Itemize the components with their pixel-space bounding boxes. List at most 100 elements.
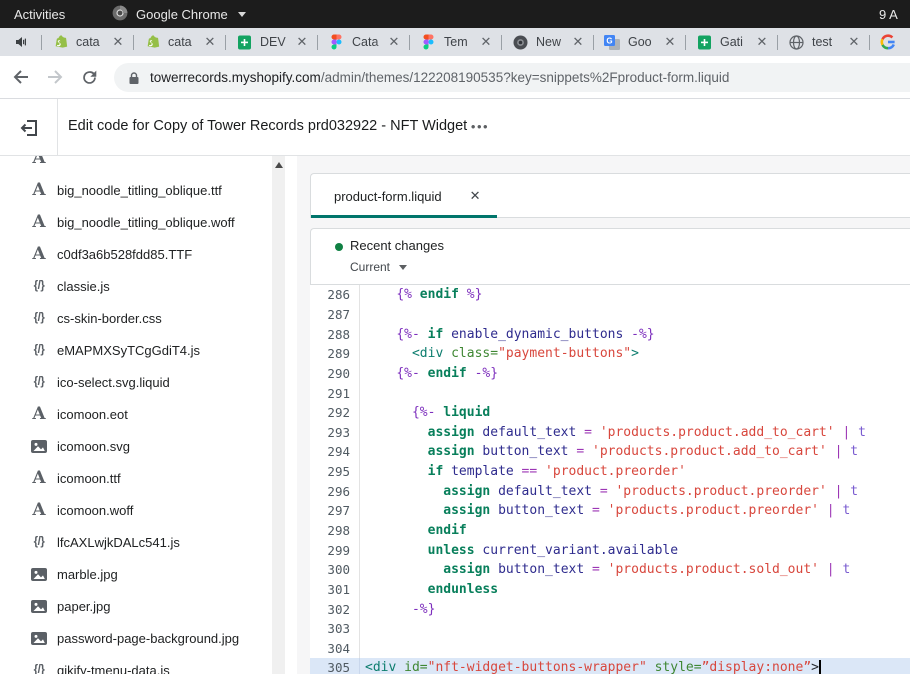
globe-icon [788,34,804,50]
file-item[interactable]: Ac0df3a6b528fdd85.TTF [0,238,283,270]
file-item[interactable]: icomoon.svg [0,430,283,462]
browser-tab-dev[interactable]: DEV✕ [226,28,317,56]
line-number: 287 [310,305,360,325]
url-text: towerrecords.myshopify.com/admin/themes/… [150,70,729,85]
chevron-down-icon [238,12,246,17]
browser-tab-cata[interactable]: cata✕ [42,28,133,56]
tab-close-icon[interactable]: ✕ [386,34,402,50]
file-name: big_noodle_titling_oblique.woff [57,215,235,230]
file-item[interactable]: password-page-background.jpg [0,622,283,654]
line-number: 297 [310,501,360,521]
code-line-296: 296 assign default_text = 'products.prod… [310,481,910,501]
file-item[interactable]: marble.jpg [0,558,283,590]
browser-tab-cata[interactable]: cata✕ [134,28,225,56]
tab-close-icon[interactable]: ✕ [570,34,586,50]
font-file-icon: A [30,404,48,424]
clock-label: 9 A [879,0,898,28]
file-item[interactable]: paper.jpg [0,590,283,622]
code-line-300: 300 assign button_text = 'products.produ… [310,560,910,580]
line-number: 302 [310,599,360,619]
file-item[interactable]: {/}qikify-tmenu-data.js [0,654,283,674]
tab-close-icon[interactable]: ✕ [202,34,218,50]
file-item[interactable]: {/}ico-select.svg.liquid [0,366,283,398]
file-item[interactable]: {/}classie.js [0,270,283,302]
scroll-up-arrow-icon[interactable] [275,162,283,168]
tab-title: cata [168,35,202,49]
tab-title: test [812,35,846,49]
darkdisc-icon [512,34,528,50]
line-number: 299 [310,540,360,560]
editor-tab-bar: product-form.liquid ✕ [310,173,910,218]
file-item[interactable]: Abig_noodle_titling_oblique.ttf [0,174,283,206]
code-file-icon: {/} [30,340,48,360]
browser-tab-partial[interactable] [870,28,910,56]
tab-close-icon[interactable]: ✕ [846,34,862,50]
code-text: {%- endif -%} [360,366,498,381]
url-path: /admin/themes/122208190535?key=snippets%… [321,70,730,85]
tab-title: New [536,35,570,49]
file-item[interactable]: Aicomoon.eot [0,398,283,430]
editor-tab-product-form[interactable]: product-form.liquid ✕ [311,174,497,218]
address-bar[interactable]: towerrecords.myshopify.com/admin/themes/… [114,63,910,92]
code-text: assign button_text = 'products.product.a… [360,444,858,459]
sidebar-scrollbar[interactable] [272,156,285,674]
line-number: 296 [310,481,360,501]
file-name: icomoon.woff [57,503,133,518]
code-editor-panel: product-form.liquid ✕ Recent changes Cur… [310,156,910,674]
browser-tab-tem[interactable]: Tem✕ [410,28,501,56]
browser-tab-gati[interactable]: Gati✕ [686,28,777,56]
code-area[interactable]: 286 {% endif %}287288 {%- if enable_dyna… [310,285,910,674]
browser-tab-test[interactable]: test✕ [778,28,869,56]
lock-icon[interactable] [128,71,140,85]
code-line-289: 289 <div class="payment-buttons"> [310,344,910,364]
line-number: 286 [310,285,360,305]
code-line-292: 292 {%- liquid [310,403,910,423]
chrome-logo-icon [112,5,128,24]
active-tab-underline [311,215,497,218]
more-actions-button[interactable]: ••• [466,112,494,140]
font-file-icon: A [30,244,48,264]
shopify-icon [52,34,68,50]
file-name: icomoon.eot [57,407,128,422]
content-area: AAbig_noodle_titling_oblique.ttfAbig_noo… [0,156,910,674]
activities-button[interactable]: Activities [0,0,79,28]
file-item[interactable]: Aicomoon.woff [0,494,283,526]
browser-tab-cata[interactable]: Cata✕ [318,28,409,56]
code-line-294: 294 assign button_text = 'products.produ… [310,442,910,462]
font-file-icon: A [30,468,48,488]
code-text: {%- liquid [360,405,490,420]
chrome-app-menu[interactable]: Google Chrome [112,0,246,28]
code-file-icon: {/} [30,308,48,328]
version-dropdown[interactable]: Current [350,260,407,274]
reload-button[interactable] [72,60,106,94]
tab-close-icon[interactable]: ✕ [662,34,678,50]
file-item[interactable]: {/}eMAPMXSyTCgGdiT4.js [0,334,283,366]
line-number: 295 [310,462,360,482]
tab-close-icon[interactable]: ✕ [754,34,770,50]
tab-title: DEV [260,35,294,49]
browser-tab-goo[interactable]: GGoo✕ [594,28,685,56]
file-name: paper.jpg [57,599,111,614]
sheets-icon [236,34,252,50]
browser-tab-new[interactable]: New✕ [502,28,593,56]
file-name: classie.js [57,279,110,294]
code-line-301: 301 endunless [310,580,910,600]
file-item[interactable]: {/}lfcAXLwjkDALc541.js [0,526,283,558]
forward-button[interactable] [38,60,72,94]
speaker-icon [0,35,41,49]
code-file-icon: {/} [30,372,48,392]
file-item[interactable]: Aicomoon.ttf [0,462,283,494]
editor-tab-close-icon[interactable]: ✕ [470,188,481,204]
line-number: 288 [310,324,360,344]
tab-close-icon[interactable]: ✕ [294,34,310,50]
file-item[interactable]: {/}cs-skin-border.css [0,302,283,334]
tab-close-icon[interactable]: ✕ [478,34,494,50]
code-text: assign default_text = 'products.product.… [360,484,858,499]
file-item-clipped[interactable]: A [0,156,283,174]
recent-changes-label: Recent changes [350,238,444,253]
tab-close-icon[interactable]: ✕ [110,34,126,50]
back-button[interactable] [4,60,38,94]
exit-code-editor-button[interactable] [16,114,44,142]
tab-title: Gati [720,35,754,49]
file-item[interactable]: Abig_noodle_titling_oblique.woff [0,206,283,238]
